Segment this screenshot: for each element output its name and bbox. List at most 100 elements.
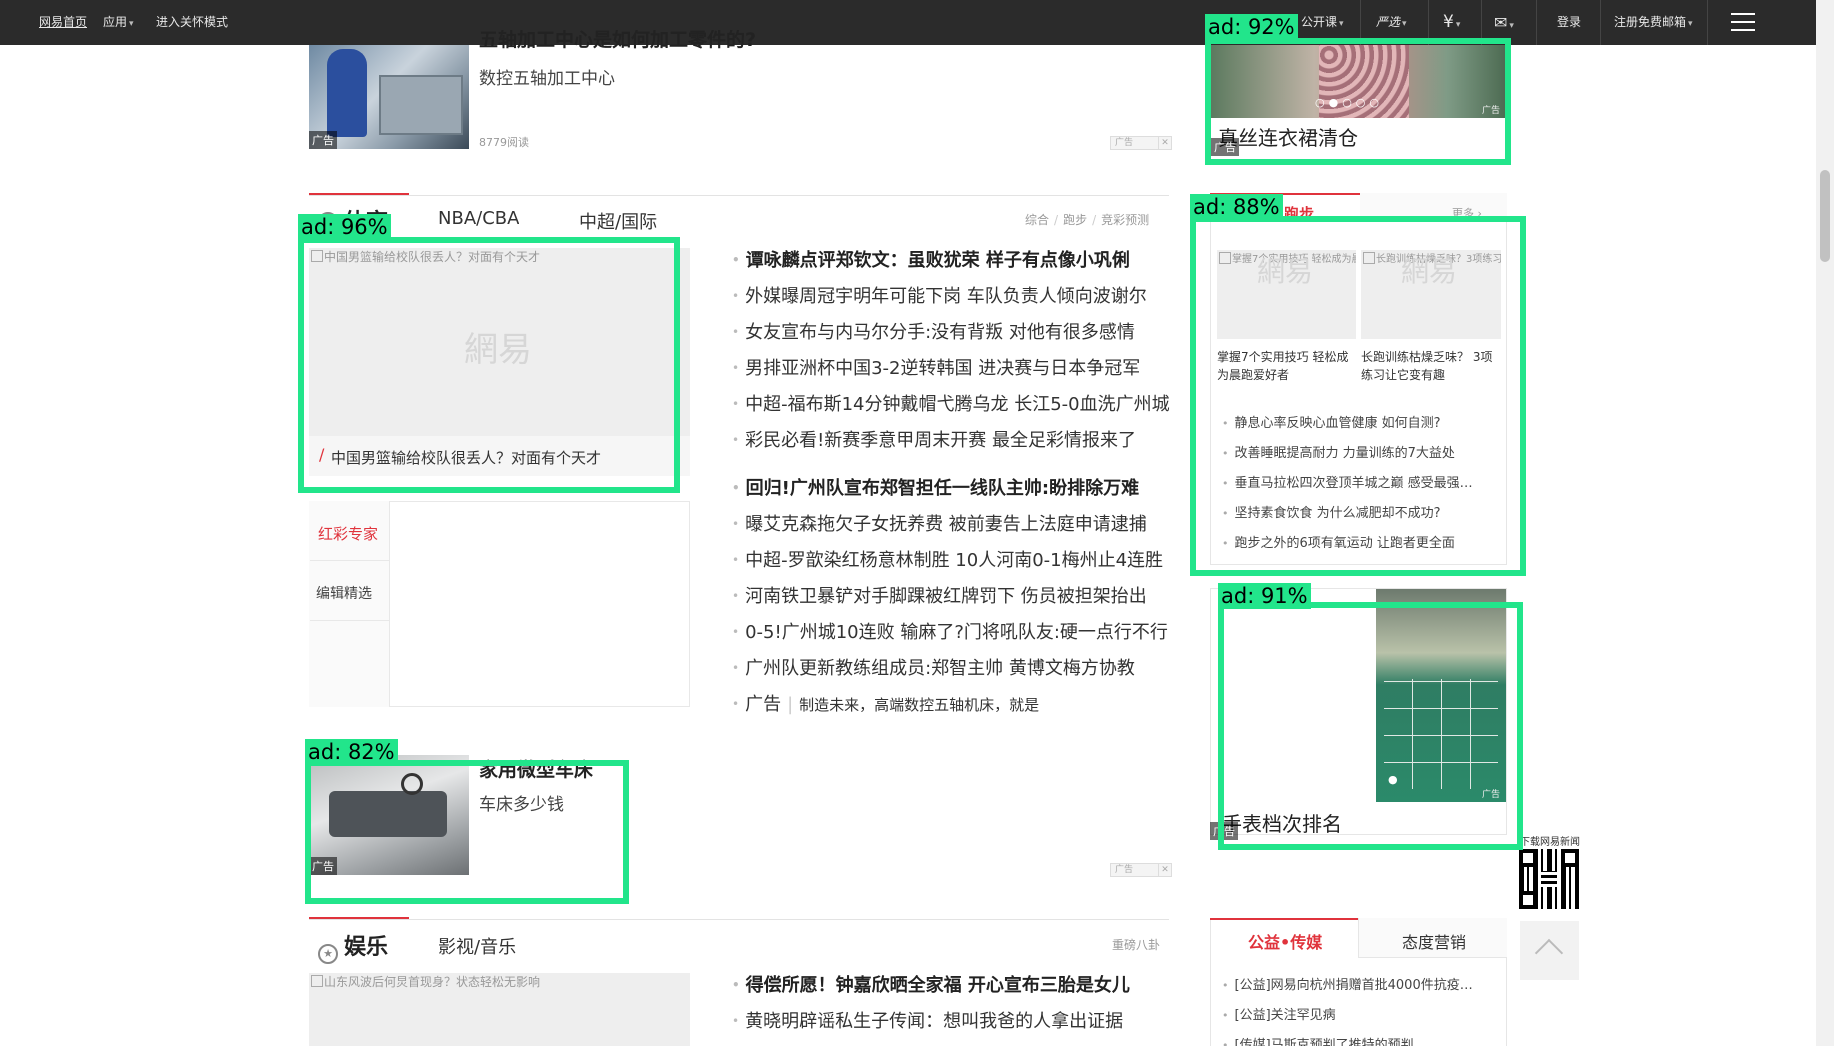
open-course-label: 公开课 <box>1301 15 1338 29</box>
qr-finder <box>1561 849 1579 867</box>
sports-tab-line <box>309 195 1169 196</box>
sports-subnav: 综合 / 跑步 / 竞彩预测 <box>1025 211 1149 228</box>
qr-finder <box>1519 849 1537 867</box>
news-ad-line[interactable]: • 广告 | 制造未来，高端数控五轴机床，就是 <box>732 690 1039 716</box>
qr-code[interactable] <box>1519 849 1579 909</box>
news-link[interactable]: 曝艾克森拖欠子女抚养费 被前妻告上法庭申请逮捕 <box>732 510 1147 536</box>
register-mail-menu[interactable]: 注册免费邮箱 ▾ <box>1614 0 1693 45</box>
detection-box <box>1218 602 1523 850</box>
star-icon: ★ <box>318 944 338 964</box>
detection-box <box>1190 216 1526 576</box>
running-tab-filler <box>1360 193 1507 217</box>
ad-top-title[interactable]: 五轴加工中心是如何加工零件的? <box>479 30 756 50</box>
worker-figure <box>327 49 367 137</box>
tab-editor-picks[interactable]: 编辑精选 <box>316 583 372 603</box>
chevron-down-icon: ▾ <box>1688 19 1693 29</box>
tab-nba-cba[interactable]: NBA/CBA <box>438 208 519 229</box>
back-to-top-button[interactable] <box>1520 921 1579 980</box>
chevron-up-icon <box>1534 938 1564 968</box>
divider: / <box>1054 213 1059 227</box>
ad-mark[interactable]: 广告 ✕ <box>1110 863 1172 877</box>
ad-mark-label: 广告 <box>1115 138 1134 148</box>
news-link[interactable]: 谭咏麟点评郑钦文：虽败犹荣 样子有点像小巩俐 <box>732 246 1130 272</box>
hamburger-menu-icon[interactable] <box>1731 13 1755 31</box>
news-link[interactable]: 得偿所愿！钟嘉欣晒全家福 开心宣布三胎是女儿 <box>732 971 1130 997</box>
ent-feature-image[interactable]: 山东风波后何炅首现身？状态轻松无影响 <box>309 973 690 1046</box>
detection-label: ad: 82% <box>305 739 398 765</box>
public-list-item[interactable]: [公益]关注罕见病 <box>1222 1004 1336 1023</box>
tab-attitude-marketing[interactable]: 态度营销 <box>1402 929 1466 953</box>
ad-tag: 广告 <box>309 131 337 149</box>
subnav-running[interactable]: 跑步 <box>1063 213 1087 227</box>
apps-menu[interactable]: 应用 ▾ <box>103 0 134 45</box>
ad-mark[interactable]: 广告 ✕ <box>1110 136 1172 150</box>
public-list-item[interactable]: [公益]网易向杭州捐赠首批4000件抗疫… <box>1222 974 1473 993</box>
ent-title[interactable]: ★ 娱乐 <box>318 929 388 964</box>
close-icon[interactable]: ✕ <box>1158 864 1171 876</box>
divider <box>1536 0 1537 45</box>
divider: | <box>787 694 794 715</box>
apps-label: 应用 <box>103 15 128 29</box>
news-link[interactable]: 中超-罗歆染红杨意林制胜 10人河南0-1梅州止4连胜 <box>732 546 1163 572</box>
chevron-down-icon: ▾ <box>1402 19 1407 29</box>
qr-label: 下载网易新闻 <box>1520 837 1580 848</box>
ad-top-reads: 8779阅读 <box>479 136 529 149</box>
detection-label: ad: 96% <box>298 214 391 240</box>
news-link[interactable]: 男排亚洲杯中国3-2逆转韩国 进决赛与日本争冠军 <box>732 354 1140 380</box>
ent-subnav: 重磅八卦 <box>1112 936 1160 953</box>
chevron-down-icon: ▾ <box>1455 20 1461 30</box>
divider <box>1707 0 1708 45</box>
subnav-lottery[interactable]: 竞彩预测 <box>1101 213 1149 227</box>
subnav-general[interactable]: 综合 <box>1025 213 1049 227</box>
ent-title-text: 娱乐 <box>344 935 389 960</box>
scrollbar-thumb[interactable] <box>1820 170 1830 262</box>
news-link[interactable]: 外媒曝周冠宇明年可能下岗 车队负责人倾向波谢尔 <box>732 282 1147 308</box>
news-link[interactable]: 0-5!广州城10连败 输麻了?门将吼队友:硬一点行不行 <box>732 618 1168 644</box>
news-link[interactable]: 女友宣布与内马尔分手:没有背叛 对他有很多感情 <box>732 318 1135 344</box>
news-link[interactable]: 彩民必看!新赛季意甲周末开赛 最全足彩情报来了 <box>732 426 1136 452</box>
public-active-underline <box>1210 918 1358 920</box>
ad-mark-label: 广告 <box>1115 865 1134 875</box>
sports-active-underline <box>309 193 409 195</box>
bullet: • <box>732 697 740 711</box>
chevron-down-icon: ▾ <box>1509 21 1514 31</box>
news-link[interactable]: 回归!广州队宣布郑智担任一线队主帅:盼排除万难 <box>732 474 1139 500</box>
ad-top-image[interactable]: 广告 <box>309 45 469 149</box>
home-link[interactable]: 网易首页 <box>39 0 87 45</box>
detection-label: ad: 91% <box>1218 583 1311 609</box>
news-link[interactable]: 中超-福布斯14分钟戴帽弋腾乌龙 长江5-0血洗广州城 <box>732 390 1170 416</box>
tab-film-music[interactable]: 影视/音乐 <box>438 933 516 959</box>
public-list-item[interactable]: [传媒]马斯克预判了推特的预判 <box>1222 1034 1414 1046</box>
care-mode-link[interactable]: 进入关怀模式 <box>156 0 228 45</box>
news-link[interactable]: 河南铁卫暴铲对手脚踝被红牌罚下 伤员被担架抬出 <box>732 582 1147 608</box>
page-scrollbar[interactable] <box>1816 0 1834 1046</box>
tab-public-media[interactable]: 公益•传媒 <box>1248 929 1322 953</box>
tab-red-expert[interactable]: 红彩专家 <box>318 523 378 544</box>
ad-top-subtitle[interactable]: 数控五轴加工中心 <box>479 64 615 89</box>
ent-tab-line <box>309 919 1169 920</box>
detection-label: ad: 88% <box>1190 194 1283 220</box>
close-icon[interactable]: ✕ <box>1158 137 1171 149</box>
qr-finder <box>1519 891 1537 909</box>
divider <box>310 560 389 561</box>
ad-line-tag: 广告 <box>745 694 782 715</box>
detection-box <box>298 237 680 493</box>
news-link[interactable]: 黄晓明辟谣私生子传闻：想叫我爸的人拿出证据 <box>732 1007 1123 1033</box>
machine-figure <box>379 75 463 135</box>
subnav-gossip[interactable]: 重磅八卦 <box>1112 938 1160 952</box>
login-link[interactable]: 登录 <box>1557 0 1581 45</box>
yanxuan-label: 严选 <box>1376 15 1401 29</box>
broken-image-icon: 山东风波后何炅首现身？状态轻松无影响 <box>309 973 540 990</box>
tab-csl-intl[interactable]: 中超/国际 <box>579 208 657 234</box>
news-link[interactable]: 广州队更新教练组成员:郑智主帅 黄博文梅方协教 <box>732 654 1135 680</box>
qr-modules <box>1541 871 1557 887</box>
detection-box <box>1205 38 1511 165</box>
divider <box>1600 0 1601 45</box>
ad-line-text: 制造未来，高端数控五轴机床，就是 <box>799 696 1040 714</box>
chevron-down-icon: ▾ <box>1339 19 1344 29</box>
divider: / <box>1092 213 1097 227</box>
detection-box <box>305 760 629 904</box>
chevron-down-icon: ▾ <box>129 19 134 29</box>
register-label: 注册免费邮箱 <box>1614 15 1687 29</box>
top-navigation-bar: 网易首页 应用▾ 进入关怀模式 ▯ 公开课▾ 严选▾ ¥▾ ✉▾ 登录 注册免费… <box>0 0 1834 45</box>
